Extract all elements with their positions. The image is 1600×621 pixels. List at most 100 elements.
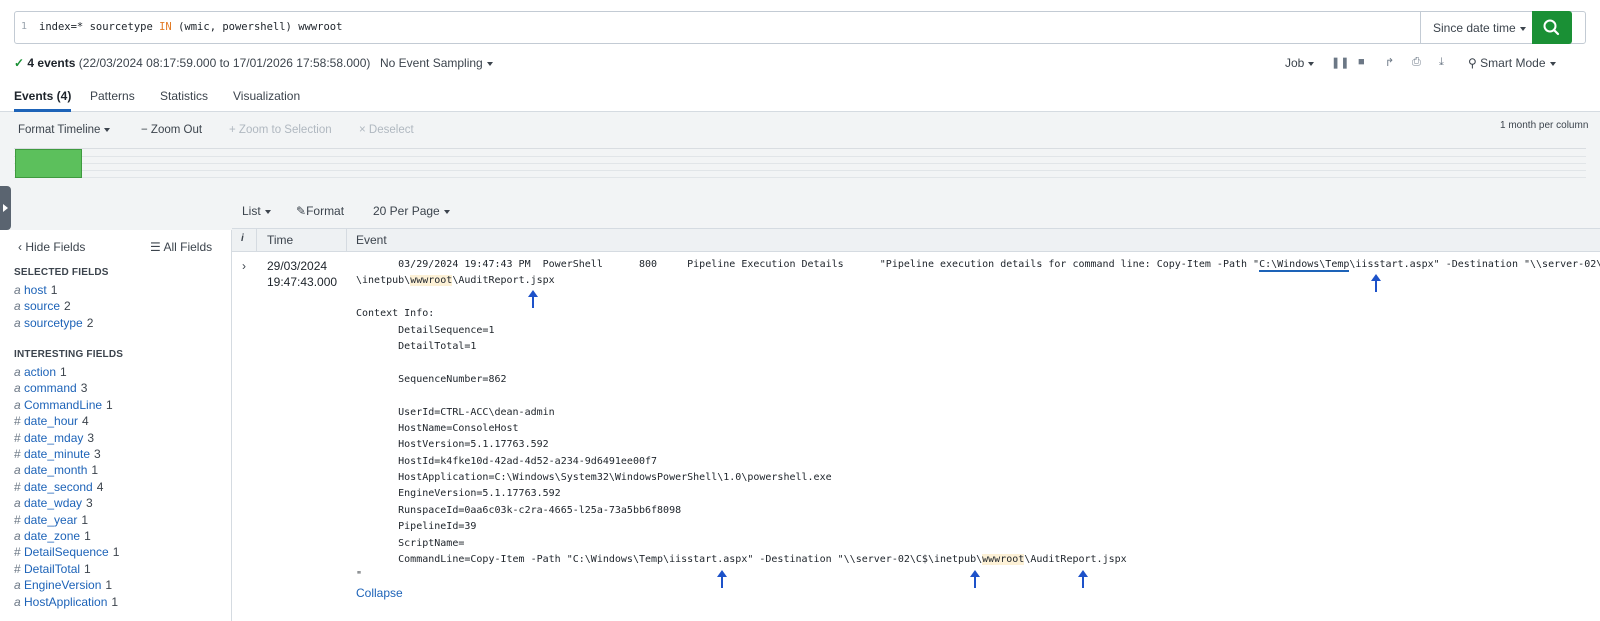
- field-name[interactable]: date_minute: [24, 447, 90, 461]
- list-icon: ☰: [150, 240, 161, 254]
- field-name[interactable]: date_month: [24, 463, 87, 477]
- deselect-button[interactable]: × Deselect: [359, 124, 414, 136]
- chevron-right-icon[interactable]: ›: [242, 259, 246, 273]
- print-icon[interactable]: ⎙: [1412, 56, 1421, 69]
- line-number: 1: [21, 21, 28, 32]
- chevron-down-icon: [1549, 61, 1556, 66]
- field-name[interactable]: action: [24, 365, 56, 379]
- string-field-icon: a: [14, 315, 21, 330]
- tab-patterns[interactable]: Patterns: [90, 89, 135, 103]
- field-name[interactable]: EngineVersion: [24, 578, 101, 592]
- search-status: ✓ 4 events (22/03/2024 08:17:59.000 to 1…: [14, 56, 370, 70]
- field-item[interactable]: a sourcetype 2: [14, 316, 93, 330]
- pin-icon: ⚲: [1468, 56, 1477, 70]
- field-name[interactable]: date_zone: [24, 529, 80, 543]
- field-name[interactable]: DetailSequence: [24, 545, 109, 559]
- field-name[interactable]: command: [24, 381, 77, 395]
- field-name[interactable]: DetailTotal: [24, 562, 80, 576]
- field-name[interactable]: CommandLine: [24, 398, 102, 412]
- field-item[interactable]: a action 1: [14, 365, 67, 379]
- collapse-link[interactable]: Collapse: [356, 586, 403, 600]
- string-field-icon: a: [14, 365, 21, 379]
- field-name[interactable]: source: [24, 299, 60, 313]
- field-count: 1: [50, 283, 58, 297]
- info-column-header[interactable]: i: [241, 233, 244, 244]
- field-item[interactable]: a EngineVersion 1: [14, 578, 112, 592]
- field-item[interactable]: a host 1: [14, 283, 57, 297]
- format-button[interactable]: ✎Format: [296, 204, 344, 218]
- field-item[interactable]: # date_minute 3: [14, 447, 101, 461]
- field-item[interactable]: a HostApplication 1: [14, 595, 118, 609]
- search-term-highlight[interactable]: wwwroot: [410, 275, 453, 287]
- field-item[interactable]: # date_second 4: [14, 480, 103, 494]
- search-bar[interactable]: 1 index=* sourcetype IN (wmic, powershel…: [14, 11, 1586, 44]
- event-sampling-dropdown[interactable]: No Event Sampling: [380, 56, 493, 70]
- share-icon[interactable]: ↱: [1385, 56, 1394, 69]
- search-query[interactable]: index=* sourcetype IN (wmic, powershell)…: [39, 21, 342, 33]
- pause-icon[interactable]: ❚❚: [1331, 56, 1349, 69]
- field-item[interactable]: a command 3: [14, 381, 87, 395]
- column-divider: [346, 228, 347, 252]
- list-dropdown[interactable]: List: [242, 204, 271, 218]
- export-icon[interactable]: ⤓: [1439, 56, 1444, 69]
- tab-visualization[interactable]: Visualization: [233, 89, 300, 103]
- field-item[interactable]: a date_zone 1: [14, 529, 91, 543]
- field-name[interactable]: date_second: [24, 480, 93, 494]
- field-name[interactable]: date_mday: [24, 431, 83, 445]
- per-page-dropdown[interactable]: 20 Per Page: [373, 204, 450, 218]
- field-count: 2: [64, 299, 71, 314]
- field-count: 2: [86, 315, 94, 330]
- hide-fields-link[interactable]: ‹ Hide Fields: [18, 240, 85, 254]
- sidebar-toggle-handle[interactable]: [0, 186, 11, 230]
- annotation-arrow-icon: [1078, 570, 1088, 588]
- field-item[interactable]: # date_year 1: [14, 513, 88, 527]
- field-item[interactable]: # date_mday 3: [14, 431, 94, 445]
- field-item[interactable]: a date_month 1: [14, 463, 98, 477]
- results-table-header: [232, 228, 1600, 252]
- field-name[interactable]: host: [24, 283, 47, 297]
- event-line: DetailSequence=1: [356, 324, 495, 336]
- field-count: 1: [91, 463, 99, 478]
- field-name[interactable]: date_hour: [24, 414, 78, 428]
- zoom-out-button[interactable]: − Zoom Out: [141, 124, 202, 136]
- field-item[interactable]: # DetailTotal 1: [14, 562, 91, 576]
- search-term-highlight[interactable]: wwwroot: [982, 554, 1025, 566]
- field-name[interactable]: date_year: [24, 513, 77, 527]
- pencil-icon: ✎: [296, 204, 307, 218]
- zoom-to-selection-button[interactable]: + Zoom to Selection: [229, 124, 332, 136]
- field-name[interactable]: date_wday: [24, 496, 82, 510]
- timeline-gridline: [14, 170, 1586, 171]
- field-item[interactable]: # DetailSequence 1: [14, 545, 119, 559]
- event-line: EngineVersion=5.1.17763.592: [356, 488, 561, 500]
- stop-icon[interactable]: ■: [1358, 56, 1365, 68]
- event-column-header[interactable]: Event: [356, 233, 387, 247]
- event-time[interactable]: 29/03/2024 19:47:43.000: [267, 258, 337, 290]
- chevron-left-icon: ‹: [18, 240, 22, 254]
- close-icon: ×: [359, 124, 366, 136]
- time-range-picker[interactable]: Since date time: [1420, 11, 1532, 44]
- field-item[interactable]: # date_hour 4: [14, 414, 89, 428]
- time-column-header[interactable]: Time: [267, 233, 293, 247]
- field-count: 3: [86, 496, 93, 511]
- event-line: RunspaceId=0aa6c03k-c2ra-4665-l25a-73a5b…: [356, 504, 682, 516]
- numeric-field-icon: #: [14, 414, 21, 429]
- timeline-chart[interactable]: [14, 148, 1586, 178]
- field-name[interactable]: HostApplication: [24, 595, 107, 609]
- search-button[interactable]: [1532, 11, 1572, 44]
- field-count: 1: [112, 545, 120, 560]
- format-timeline-dropdown[interactable]: Format Timeline: [18, 124, 111, 136]
- all-fields-link[interactable]: ☰ All Fields: [150, 240, 212, 254]
- timeline-scale-label: 1 month per column: [1500, 120, 1589, 131]
- numeric-field-icon: #: [14, 561, 21, 576]
- tab-statistics[interactable]: Statistics: [160, 89, 208, 103]
- field-item[interactable]: a source 2: [14, 299, 71, 313]
- event-count: 4 events: [27, 56, 76, 70]
- field-name[interactable]: sourcetype: [24, 316, 83, 330]
- field-count: 3: [87, 430, 95, 445]
- job-dropdown[interactable]: Job: [1285, 56, 1315, 70]
- field-item[interactable]: a CommandLine 1: [14, 398, 113, 412]
- tab-events[interactable]: Events (4): [14, 89, 72, 112]
- field-item[interactable]: a date_wday 3: [14, 496, 93, 510]
- smart-mode-dropdown[interactable]: ⚲ Smart Mode: [1468, 56, 1556, 70]
- timeline-bar[interactable]: [15, 149, 82, 178]
